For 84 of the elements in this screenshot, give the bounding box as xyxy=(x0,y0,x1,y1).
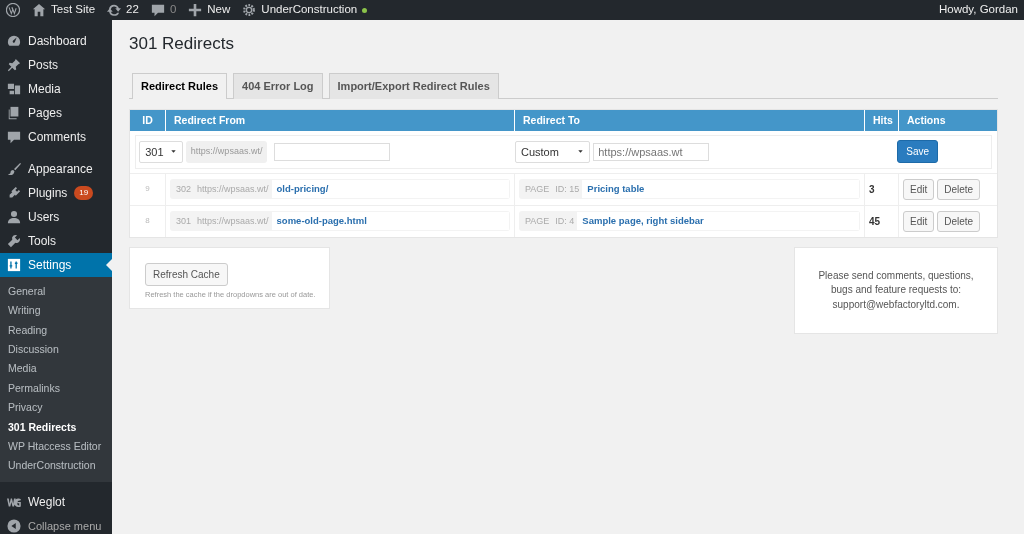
target-id: ID: 15 xyxy=(555,182,581,196)
paintbrush-icon xyxy=(7,162,21,176)
sidebar-item[interactable]: Plugins 19 xyxy=(0,181,112,205)
status-select[interactable]: 301 xyxy=(139,140,183,164)
tab[interactable]: Import/Export Redirect Rules xyxy=(328,73,499,99)
greeting[interactable]: Howdy, Gordan xyxy=(938,1,1018,19)
submenu-item[interactable]: Writing xyxy=(0,301,112,321)
sidebar-item[interactable]: Users xyxy=(0,205,112,229)
new-link[interactable]: New xyxy=(207,1,231,19)
sidebar-item[interactable]: Weglot xyxy=(0,489,112,514)
redirect-from-link[interactable]: old-pricing/ xyxy=(271,180,509,199)
refresh-icon[interactable] xyxy=(107,3,122,17)
submenu-item[interactable]: Permalinks xyxy=(0,378,112,399)
wrench-icon xyxy=(7,234,21,248)
tab[interactable]: 404 Error Log xyxy=(233,73,323,99)
edit-button[interactable]: Edit xyxy=(903,178,935,200)
media-icon xyxy=(7,82,21,96)
page-title: 301 Redirects xyxy=(129,34,235,55)
refresh-cache-button[interactable]: Refresh Cache xyxy=(145,262,228,286)
email-link[interactable]: support@webfactoryltd.com xyxy=(832,298,957,310)
url-prefix: https://wpsaas.wt/ xyxy=(197,182,270,196)
submenu-item[interactable]: General xyxy=(0,282,112,302)
update-count-badge: 19 xyxy=(74,186,94,200)
updates-count[interactable]: 22 xyxy=(126,1,139,19)
pushpin-icon xyxy=(7,58,21,72)
tab[interactable]: Redirect Rules xyxy=(132,73,228,99)
dashboard-icon xyxy=(7,34,21,48)
comment-icon xyxy=(7,130,21,144)
sidebar-item[interactable]: Media xyxy=(0,77,112,101)
submenu-item[interactable]: 301 Redirects xyxy=(0,417,112,438)
from-url-field[interactable] xyxy=(273,142,390,161)
site-link[interactable]: Test Site xyxy=(51,1,96,19)
sidebar-item[interactable]: Comments xyxy=(0,125,112,149)
delete-button[interactable]: Delete xyxy=(937,178,981,200)
sidebar-item[interactable]: Posts xyxy=(0,53,112,77)
sidebar-item[interactable]: Appearance xyxy=(0,157,112,181)
target-url-field[interactable]: https://wpsaas.wt xyxy=(593,142,710,161)
redirect-to-link[interactable]: Pricing table xyxy=(582,180,859,199)
submenu-item[interactable]: Privacy xyxy=(0,398,112,418)
pages-icon xyxy=(7,106,21,120)
gear-icon[interactable] xyxy=(242,3,257,17)
plug-icon xyxy=(7,186,21,200)
delete-button[interactable]: Delete xyxy=(937,210,981,232)
column-header: Redirect From xyxy=(165,109,514,131)
redirect-to-link[interactable]: Sample page, right sidebar xyxy=(577,212,859,231)
comment-icon[interactable] xyxy=(150,3,165,17)
sidebar-item[interactable]: Collapse menu xyxy=(0,513,112,534)
submenu-item[interactable]: Media xyxy=(0,359,112,379)
sidebar-item[interactable]: Settings xyxy=(0,253,112,277)
redirect-from-link[interactable]: some-old-page.html xyxy=(271,212,509,231)
target-type: PAGE xyxy=(524,182,551,196)
submenu-item[interactable]: WP Htaccess Editor xyxy=(0,437,112,457)
user-icon xyxy=(7,210,21,224)
url-prefix: https://wpsaas.wt/ xyxy=(197,214,270,228)
column-header: Actions xyxy=(898,109,997,131)
save-button[interactable]: Save xyxy=(897,140,939,164)
column-header: Redirect To xyxy=(514,109,864,131)
sidebar-item[interactable]: Tools xyxy=(0,229,112,253)
comments-count[interactable]: 0 xyxy=(169,1,177,19)
target-type: PAGE xyxy=(524,214,551,228)
submenu-item[interactable]: Reading xyxy=(0,320,112,341)
submenu-item[interactable]: Discussion xyxy=(0,340,112,360)
plus-icon[interactable] xyxy=(188,3,203,17)
submenu-item[interactable]: UnderConstruction xyxy=(0,456,112,476)
target-id: ID: 4 xyxy=(555,214,576,228)
wordpress-logo-icon[interactable] xyxy=(6,3,20,17)
sidebar-item[interactable]: Pages xyxy=(0,101,112,125)
hits-count: 45 xyxy=(869,214,881,229)
settings-icon xyxy=(7,258,21,272)
caret-icon xyxy=(169,148,177,156)
caret-icon xyxy=(577,148,584,156)
hits-count: 3 xyxy=(869,182,875,197)
column-header: ID xyxy=(141,112,154,128)
target-type-select[interactable]: Custom xyxy=(515,140,590,164)
column-header: Hits xyxy=(864,109,898,131)
plugin-link[interactable]: UnderConstruction xyxy=(261,1,358,19)
url-prefix: https://wpsaas.wt/ xyxy=(185,141,268,163)
support-message: Please send comments, questions, bugs and feature requests to: support@webfactoryltd.com. xyxy=(817,268,975,312)
edit-button[interactable]: Edit xyxy=(903,210,935,232)
status-code: 301 xyxy=(175,214,193,228)
status-dot xyxy=(362,7,368,13)
sidebar-item[interactable]: Dashboard xyxy=(0,29,112,53)
home-icon[interactable] xyxy=(32,3,46,17)
status-code: 302 xyxy=(175,182,193,196)
